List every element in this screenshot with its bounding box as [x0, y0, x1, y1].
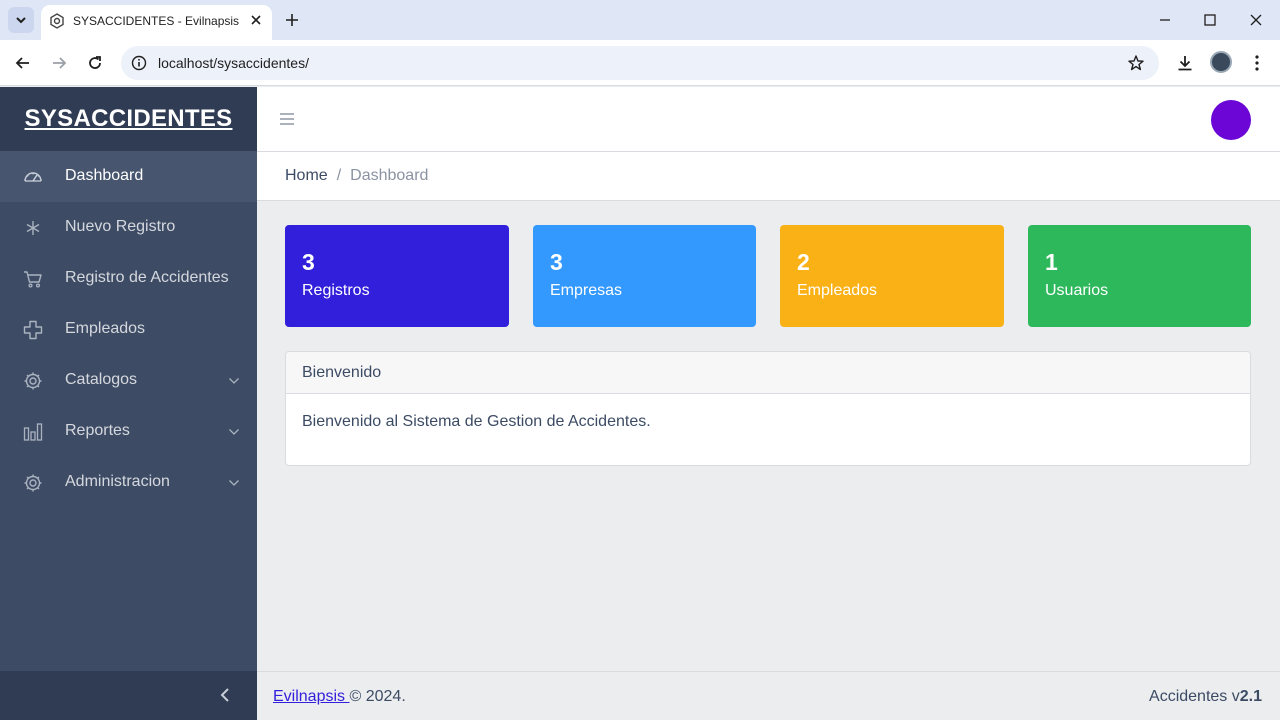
breadcrumb: Home / Dashboard	[285, 167, 428, 185]
forward-arrow-icon[interactable]	[49, 53, 69, 73]
plus-icon	[23, 320, 43, 340]
chevron-down-icon	[16, 17, 26, 24]
close-icon[interactable]	[248, 12, 264, 28]
tab-title: SYSACCIDENTES - Evilnapsis	[73, 14, 240, 28]
globe-icon	[50, 13, 64, 29]
stat-card-empresas[interactable]: 3 Empresas	[533, 225, 756, 327]
brand-title[interactable]: SYSACCIDENTES	[25, 105, 233, 133]
sidebar-item-label: Reportes	[65, 422, 130, 439]
sidebar: SYSACCIDENTES Dashboard Nuevo Registro R…	[0, 87, 257, 720]
asterisk-icon	[26, 221, 40, 235]
browser-tabstrip: SYSACCIDENTES - Evilnapsis	[0, 0, 1280, 40]
chevron-down-icon	[229, 429, 239, 435]
more-vertical-icon[interactable]	[1247, 53, 1267, 73]
sidebar-item-label: Registro de Accidentes	[65, 269, 229, 286]
sidebar-minimizer-button[interactable]	[0, 671, 257, 720]
tab-search-button[interactable]	[8, 7, 34, 33]
chevron-down-icon	[229, 378, 239, 384]
sidebar-item-registro-accidentes[interactable]: Registro de Accidentes	[0, 253, 257, 304]
stat-label: Registros	[302, 282, 370, 299]
bar-chart-icon	[23, 423, 43, 441]
welcome-card-header: Bienvenido	[286, 352, 1250, 394]
reload-icon[interactable]	[85, 53, 105, 73]
breadcrumb-home[interactable]: Home	[285, 167, 328, 184]
stat-value: 2	[797, 249, 810, 275]
footer-link-evilnapsis[interactable]: Evilnapsis	[273, 688, 349, 705]
address-bar[interactable]: localhost/sysaccidentes/	[121, 46, 1159, 80]
footer-app-name: Accidentes v	[1149, 688, 1240, 705]
download-icon[interactable]	[1175, 53, 1195, 73]
sidebar-item-label: Nuevo Registro	[65, 218, 176, 235]
sidebar-item-dashboard[interactable]: Dashboard	[0, 151, 257, 202]
sidebar-item-empleados[interactable]: Empleados	[0, 304, 257, 355]
stat-value: 3	[550, 249, 563, 275]
sidebar-item-label: Administracion	[65, 473, 170, 490]
header	[257, 87, 1280, 152]
stat-card-empleados[interactable]: 2 Empleados	[780, 225, 1004, 327]
sidebar-item-reportes[interactable]: Reportes	[0, 406, 257, 457]
back-arrow-icon[interactable]	[13, 53, 33, 73]
sidebar-item-label: Dashboard	[65, 167, 144, 184]
new-tab-icon[interactable]	[283, 11, 301, 29]
breadcrumb-current: Dashboard	[350, 167, 429, 184]
browser-tab[interactable]: SYSACCIDENTES - Evilnapsis	[41, 5, 272, 40]
info-icon[interactable]	[131, 55, 147, 71]
cart-icon	[24, 271, 42, 288]
footer-version: Accidentes v2.1	[1149, 688, 1262, 706]
footer: Evilnapsis © 2024. Accidentes v2.1	[257, 671, 1280, 720]
gear-icon	[24, 372, 42, 390]
speedometer-icon	[24, 172, 42, 182]
profile-avatar[interactable]	[1210, 51, 1232, 73]
stat-card-usuarios[interactable]: 1 Usuarios	[1028, 225, 1251, 327]
sidebar-item-label: Empleados	[65, 320, 146, 337]
gear-icon	[24, 474, 42, 492]
chevron-left-icon	[220, 688, 229, 702]
stat-value: 3	[302, 249, 315, 275]
avatar[interactable]	[1211, 100, 1251, 140]
maximize-icon[interactable]	[1201, 11, 1219, 29]
bookmark-star-icon[interactable]	[1127, 54, 1145, 72]
breadcrumb-separator: /	[336, 167, 342, 184]
stat-card-registros[interactable]: 3 Registros	[285, 225, 509, 327]
window-close-icon[interactable]	[1247, 11, 1265, 29]
breadcrumb-bar: Home / Dashboard	[257, 152, 1280, 201]
sidebar-item-catalogos[interactable]: Catalogos	[0, 355, 257, 406]
welcome-card: Bienvenido Bienvenido al Sistema de Gest…	[285, 351, 1251, 466]
welcome-card-body: Bienvenido al Sistema de Gestion de Acci…	[302, 413, 651, 430]
chevron-down-icon	[229, 480, 239, 486]
stat-label: Usuarios	[1045, 282, 1109, 299]
stat-value: 1	[1045, 249, 1058, 275]
sidebar-item-nuevo-registro[interactable]: Nuevo Registro	[0, 202, 257, 253]
footer-copyright-text: © 2024.	[349, 688, 406, 705]
footer-version-number: 2.1	[1239, 688, 1262, 705]
minimize-icon[interactable]	[1156, 11, 1174, 29]
stat-label: Empleados	[797, 282, 878, 299]
stat-label: Empresas	[550, 282, 623, 299]
sidebar-item-label: Catalogos	[65, 371, 138, 388]
brand[interactable]: SYSACCIDENTES	[0, 87, 257, 151]
browser-toolbar: localhost/sysaccidentes/	[0, 40, 1280, 86]
url-text: localhost/sysaccidentes/	[158, 55, 309, 71]
footer-copyright: Evilnapsis © 2024.	[273, 688, 406, 706]
sidebar-item-administracion[interactable]: Administracion	[0, 457, 257, 508]
hamburger-menu-icon[interactable]	[279, 111, 295, 127]
